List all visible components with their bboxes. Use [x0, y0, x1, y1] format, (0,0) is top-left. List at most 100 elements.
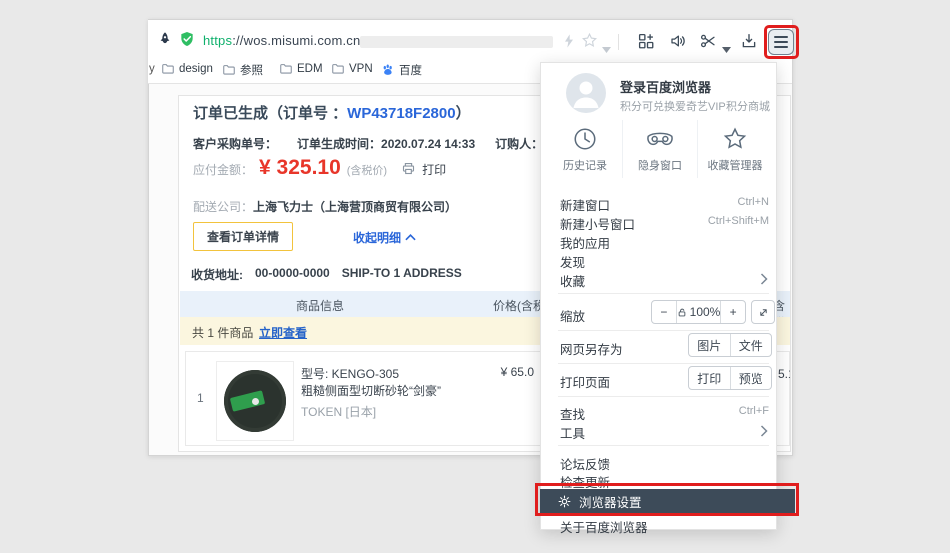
- print-button[interactable]: 打印: [689, 367, 730, 389]
- tax-note: (含税价): [347, 162, 387, 178]
- shortcut-text: Ctrl+Shift+M: [560, 215, 769, 227]
- print-preview-button[interactable]: 预览: [730, 367, 772, 389]
- summary-count: 共 1 件商品: [192, 324, 253, 341]
- incognito-shortcut[interactable]: 隐身窗口: [622, 120, 697, 178]
- view-now-link[interactable]: 立即查看: [259, 324, 307, 341]
- apps-grid-icon[interactable]: [637, 32, 655, 55]
- delivery-label: 配送公司：: [193, 200, 253, 214]
- save-page-buttons: 图片 文件: [688, 333, 772, 357]
- download-icon[interactable]: [740, 32, 758, 55]
- menu-item-favorites[interactable]: 收藏: [560, 271, 585, 290]
- col-product-info: 商品信息: [296, 297, 344, 314]
- folder-icon: [279, 62, 293, 76]
- clock-icon: [572, 126, 598, 152]
- po-label: 客户采购单号：: [193, 135, 277, 152]
- redacted-url-blur: [360, 36, 553, 48]
- points-mall-link[interactable]: 积分商城: [726, 98, 770, 114]
- url-scheme: https: [203, 33, 232, 48]
- bookmark-folder-vpn[interactable]: VPN: [331, 62, 373, 76]
- points-subtitle: 积分可兑换爱奇艺VIP: [620, 98, 726, 114]
- row-index: 1: [197, 391, 204, 405]
- bookmark-label: VPN: [349, 63, 373, 75]
- flash-icon[interactable]: [561, 33, 577, 54]
- folder-icon: [222, 63, 236, 77]
- screenshot-stage: https://wos.misumi.com.cn y design 参照 ED…: [0, 0, 950, 553]
- chevron-right-icon: [760, 424, 768, 442]
- caret-down-icon[interactable]: [722, 40, 731, 58]
- unlock-icon: [677, 307, 687, 318]
- save-as-image-button[interactable]: 图片: [689, 334, 730, 356]
- chevron-up-icon: [405, 234, 416, 241]
- menu-item-tools[interactable]: 工具: [560, 423, 585, 442]
- print-page-label: 打印页面: [560, 372, 610, 391]
- ship-address-row: 收货地址:00-0000-0000SHIP-TO 1 ADDRESS: [191, 266, 462, 283]
- product-image[interactable]: [216, 361, 294, 441]
- baidu-paw-icon: [381, 63, 395, 77]
- star-outline-icon: [722, 126, 748, 152]
- bookmark-label: 参照: [240, 62, 263, 78]
- bookmark-folder-edm[interactable]: EDM: [279, 62, 323, 76]
- zoom-out-button[interactable]: −: [652, 301, 676, 323]
- fullscreen-button[interactable]: [751, 300, 775, 324]
- menu-item-discover[interactable]: 发现: [560, 252, 585, 271]
- scissors-icon[interactable]: [699, 32, 717, 55]
- zoom-level: 100%: [676, 301, 721, 323]
- payable-row: 应付金额： ¥ 325.10 (含税价) 打印: [193, 156, 446, 180]
- url-rest: ://wos.misumi.com.cn: [232, 33, 360, 48]
- shortcut-text: Ctrl+N: [560, 196, 769, 208]
- avatar[interactable]: [566, 73, 606, 118]
- url-text[interactable]: https://wos.misumi.com.cn: [203, 33, 360, 48]
- order-time: 订单生成时间：2020.07.24 14:33: [297, 135, 475, 152]
- bookmark-label: EDM: [297, 63, 323, 75]
- favorite-star-icon[interactable]: [581, 32, 598, 54]
- mask-icon: [645, 126, 675, 152]
- menu-separator: [558, 396, 769, 397]
- payable-label: 应付金额：: [193, 161, 253, 178]
- bookmark-folder-reference[interactable]: 参照: [222, 62, 263, 78]
- product-desc: 粗糙侧面型切断砂轮“剑豪”: [301, 382, 441, 399]
- bookmark-manager-shortcut[interactable]: 收藏管理器: [697, 120, 772, 178]
- product-model[interactable]: 型号: KENGO-305: [301, 365, 399, 382]
- printer-icon[interactable]: [401, 161, 416, 181]
- product-amount-sliver: 5.1: [778, 367, 791, 381]
- view-order-detail-button[interactable]: 查看订单详情: [193, 222, 293, 251]
- print-page-buttons: 打印 预览: [688, 366, 772, 390]
- history-shortcut[interactable]: 历史记录: [548, 120, 622, 178]
- login-title[interactable]: 登录百度浏览器: [620, 77, 711, 96]
- folder-icon: [331, 62, 345, 76]
- cutting-disc-image: [224, 370, 286, 432]
- product-brand: TOKEN [日本]: [301, 403, 376, 420]
- menu-shortcuts: 历史记录 隐身窗口 收藏管理器: [548, 120, 772, 178]
- print-link[interactable]: 打印: [422, 161, 446, 178]
- save-as-file-button[interactable]: 文件: [730, 334, 772, 356]
- product-price: ¥ 65.0: [481, 365, 534, 379]
- secure-shield-icon[interactable]: [179, 31, 195, 52]
- menu-item-browser-settings[interactable]: 浏览器设置: [540, 489, 795, 514]
- order-title: 订单已生成（订单号 ：WP43718F2800）: [193, 102, 471, 123]
- menu-item-about[interactable]: 关于百度浏览器: [560, 517, 648, 536]
- toolbar-divider: [618, 34, 619, 50]
- collapse-detail-link[interactable]: 收起明细: [353, 229, 416, 246]
- menu-separator: [558, 363, 769, 364]
- bookmark-baidu[interactable]: 百度: [381, 62, 422, 78]
- save-page-label: 网页另存为: [560, 339, 623, 358]
- bookmark-label: design: [179, 63, 213, 75]
- gear-icon: [558, 495, 571, 508]
- caret-down-icon[interactable]: [602, 40, 611, 58]
- payable-amount: ¥ 325.10: [259, 156, 341, 180]
- delivery-company: 上海飞力士（上海营顶商贸有限公司）: [253, 200, 457, 214]
- speaker-icon[interactable]: [669, 32, 687, 55]
- folder-icon: [161, 62, 175, 76]
- zoom-in-button[interactable]: +: [720, 301, 745, 323]
- delivery-row: 配送公司：上海飞力士（上海营顶商贸有限公司）: [193, 198, 457, 215]
- bookmark-folder-design[interactable]: design: [161, 62, 213, 76]
- menu-item-my-apps[interactable]: 我的应用: [560, 233, 610, 252]
- hamburger-menu-button[interactable]: [768, 29, 794, 55]
- bookmark-partial-text[interactable]: y: [149, 63, 155, 75]
- menu-item-forum-feedback[interactable]: 论坛反馈: [560, 454, 610, 473]
- menu-separator: [558, 445, 769, 446]
- site-logo-rocket-icon: [157, 31, 173, 52]
- menu-separator: [558, 330, 769, 331]
- chevron-right-icon: [760, 272, 768, 290]
- shortcut-text: Ctrl+F: [560, 405, 769, 417]
